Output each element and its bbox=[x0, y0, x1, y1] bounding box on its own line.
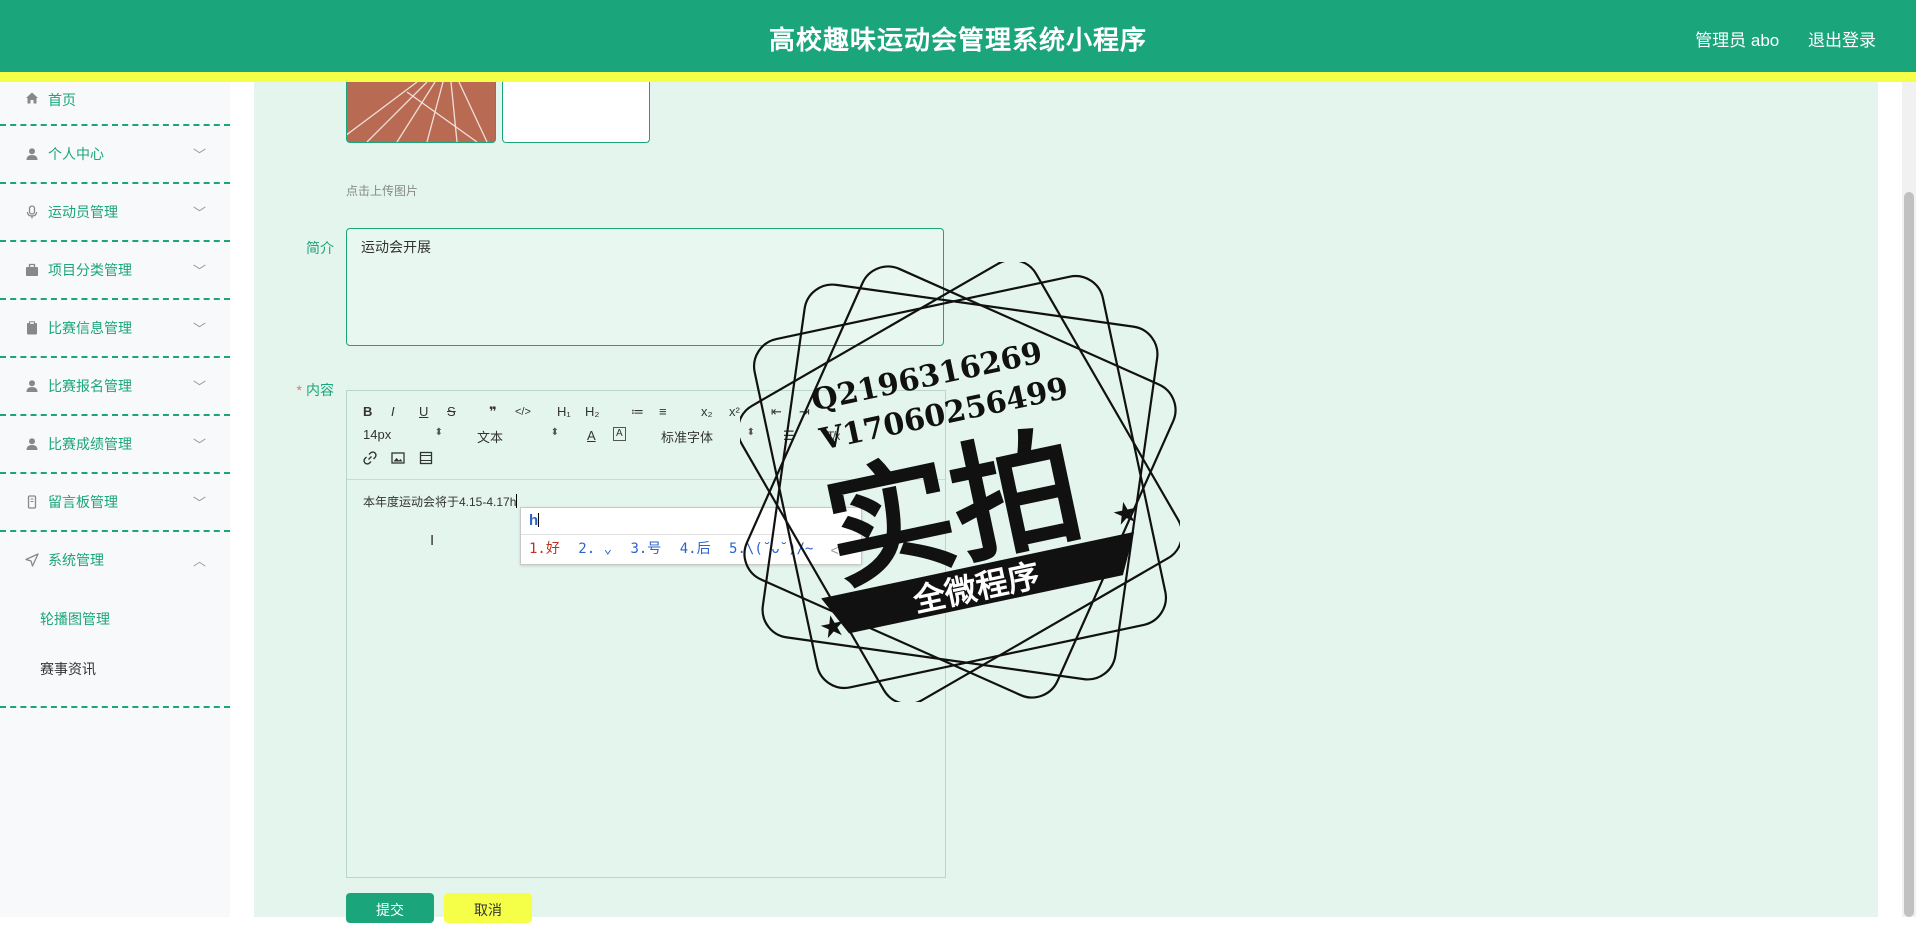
sidebar-item-label: 留言板管理 bbox=[48, 494, 118, 510]
logout-button[interactable]: 退出登录 bbox=[1808, 31, 1876, 50]
ime-input-text: h bbox=[529, 512, 539, 529]
font-size-select[interactable]: 14px ⬍ bbox=[363, 427, 443, 442]
uploaded-image-thumbnail[interactable] bbox=[346, 82, 496, 143]
underline-button[interactable]: U bbox=[419, 403, 428, 421]
microphone-icon bbox=[24, 204, 40, 220]
sidebar-item-label: 比赛成绩管理 bbox=[48, 436, 132, 452]
sidebar-item-label: 项目分类管理 bbox=[48, 262, 132, 278]
sidebar-item-label: 系统管理 bbox=[48, 552, 104, 568]
required-mark: * bbox=[296, 382, 302, 398]
chevron-down-icon: ﹀ bbox=[192, 321, 206, 337]
text-type-select[interactable]: 文本 ⬍ bbox=[477, 427, 559, 446]
sidebar-item-home[interactable]: 首页 bbox=[0, 82, 230, 126]
briefcase-icon bbox=[24, 262, 40, 278]
bold-button[interactable]: B bbox=[363, 403, 372, 421]
intro-label: 简介 bbox=[306, 240, 334, 256]
background-color-icon[interactable]: A bbox=[613, 427, 626, 441]
chevron-up-icon: ︿ bbox=[192, 553, 206, 569]
user-icon bbox=[24, 436, 40, 452]
editor-content-text: 本年度运动会将于4.15-4.17h bbox=[363, 495, 517, 509]
sidebar-item-message-board[interactable]: 留言板管理 ﹀ bbox=[0, 474, 230, 532]
submit-button[interactable]: 提交 bbox=[346, 893, 434, 923]
chevron-down-icon: ﹀ bbox=[192, 147, 206, 163]
text-type-value: 文本 bbox=[477, 430, 504, 445]
chevron-down-icon: ﹀ bbox=[192, 495, 206, 511]
sidebar: 首页 个人中心 ﹀ 运动员管理 ﹀ 项目分类管理 ﹀ 比赛信息管理 ﹀ 比赛报名… bbox=[0, 82, 230, 917]
italic-button[interactable]: I bbox=[391, 403, 395, 421]
home-icon bbox=[24, 90, 40, 106]
sidebar-item-label: 个人中心 bbox=[48, 146, 104, 162]
watermark-stamp: Q2196316269 V17060256499 实拍 全微程序 ★ ★ bbox=[740, 262, 1180, 702]
ime-caret bbox=[538, 513, 540, 527]
font-color-icon[interactable]: A bbox=[587, 427, 596, 445]
user-icon bbox=[24, 378, 40, 394]
sidebar-item-label: 运动员管理 bbox=[48, 204, 118, 220]
i-beam-cursor-icon: I bbox=[430, 532, 435, 549]
content-label-text: 内容 bbox=[306, 382, 334, 398]
phone-icon bbox=[24, 494, 40, 510]
link-icon[interactable] bbox=[363, 451, 377, 470]
sidebar-item-scores[interactable]: 比赛成绩管理 ﹀ bbox=[0, 416, 230, 474]
code-block-button[interactable]: </> bbox=[515, 403, 531, 421]
select-arrow-icon: ⬍ bbox=[550, 427, 559, 438]
user-icon bbox=[24, 146, 40, 162]
cancel-button[interactable]: 取消 bbox=[444, 893, 532, 923]
sidebar-item-label: 比赛报名管理 bbox=[48, 378, 132, 394]
text-caret bbox=[516, 494, 518, 508]
heading2-button[interactable]: H₂ bbox=[585, 403, 599, 421]
upload-tip: 点击上传图片 bbox=[346, 184, 419, 198]
sidebar-item-registration[interactable]: 比赛报名管理 ﹀ bbox=[0, 358, 230, 416]
ime-candidate[interactable]: 1.好 bbox=[529, 541, 560, 557]
header-stripe bbox=[0, 72, 1916, 82]
sidebar-item-personal-center[interactable]: 个人中心 ﹀ bbox=[0, 126, 230, 184]
sidebar-item-label: 首页 bbox=[48, 92, 76, 108]
sidebar-item-match-info[interactable]: 比赛信息管理 ﹀ bbox=[0, 300, 230, 358]
scrollbar-thumb[interactable] bbox=[1904, 192, 1914, 917]
font-size-value: 14px bbox=[363, 427, 392, 442]
chevron-down-icon: ﹀ bbox=[192, 379, 206, 395]
superscript-button[interactable]: x² bbox=[729, 403, 740, 421]
bullet-list-button[interactable]: ≡ bbox=[659, 403, 667, 421]
chevron-down-icon: ﹀ bbox=[192, 437, 206, 453]
sidebar-item-categories[interactable]: 项目分类管理 ﹀ bbox=[0, 242, 230, 300]
system-submenu: 轮播图管理 赛事资讯 bbox=[0, 588, 230, 708]
admin-name[interactable]: 管理员 abo bbox=[1695, 31, 1779, 50]
video-icon[interactable] bbox=[419, 451, 433, 470]
subscript-button[interactable]: x₂ bbox=[701, 403, 713, 421]
ime-candidate[interactable]: 4.后 bbox=[680, 541, 711, 557]
ime-candidate[interactable]: 3.号 bbox=[630, 541, 661, 557]
header-user-area: 管理员 abo 退出登录 bbox=[1671, 26, 1876, 51]
ordered-list-button[interactable]: ≔ bbox=[631, 403, 644, 421]
sidebar-item-athletes[interactable]: 运动员管理 ﹀ bbox=[0, 184, 230, 242]
select-arrow-icon: ⬍ bbox=[434, 427, 443, 438]
content-label: * 内容 bbox=[254, 380, 334, 400]
submenu-item-news[interactable]: 赛事资讯 bbox=[0, 644, 230, 694]
quote-button[interactable]: ❞ bbox=[489, 403, 497, 421]
font-family-value: 标准字体 bbox=[661, 430, 714, 445]
strike-button[interactable]: S bbox=[447, 403, 456, 421]
app-title: 高校趣味运动会管理系统小程序 bbox=[768, 25, 1147, 55]
upload-image-button[interactable] bbox=[502, 82, 650, 143]
heading1-button[interactable]: H₁ bbox=[557, 403, 571, 421]
scrollbar-track[interactable] bbox=[1902, 82, 1916, 917]
submenu-item-carousel[interactable]: 轮播图管理 bbox=[0, 594, 230, 644]
editor-content[interactable]: 本年度运动会将于4.15-4.17h bbox=[363, 493, 518, 510]
ime-candidate[interactable]: 2. ⌄ bbox=[578, 541, 612, 557]
sidebar-item-label: 比赛信息管理 bbox=[48, 320, 132, 336]
clipboard-icon bbox=[24, 320, 40, 336]
chevron-down-icon: ﹀ bbox=[192, 205, 206, 221]
chevron-down-icon: ﹀ bbox=[192, 263, 206, 279]
sidebar-item-system[interactable]: 系统管理 ︿ bbox=[0, 532, 230, 588]
top-header: 高校趣味运动会管理系统小程序 管理员 abo 退出登录 bbox=[0, 0, 1916, 72]
send-icon bbox=[24, 552, 40, 568]
image-icon[interactable] bbox=[391, 451, 405, 470]
